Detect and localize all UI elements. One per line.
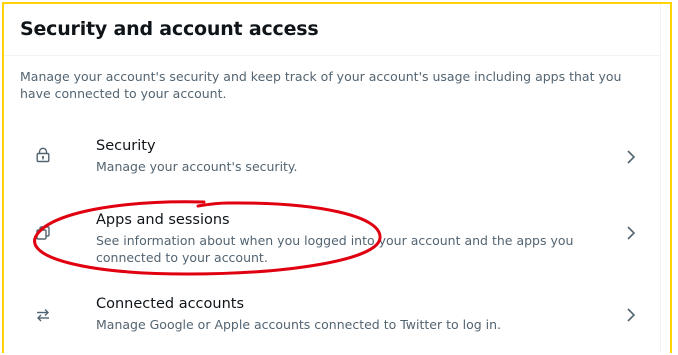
- menu-item-connected-accounts[interactable]: Connected accounts Manage Google or Appl…: [4, 288, 661, 350]
- chevron-right-icon: [624, 148, 638, 166]
- chevron-right-icon: [624, 224, 638, 242]
- menu-item-description: See information about when you logged in…: [96, 233, 574, 265]
- menu-item-description: Manage your account's security.: [96, 159, 298, 174]
- apps-icon: [34, 224, 52, 242]
- menu-item-label: Security: [96, 138, 156, 154]
- page-header: Security and account access: [4, 4, 661, 56]
- settings-panel: Security and account access Manage your …: [4, 4, 661, 353]
- menu-item-apps-and-sessions[interactable]: Apps and sessions See information about …: [4, 202, 661, 272]
- page-title: Security and account access: [20, 18, 319, 40]
- menu-item-label: Apps and sessions: [96, 212, 230, 228]
- swap-arrows-icon: [34, 306, 52, 324]
- menu-item-label: Connected accounts: [96, 296, 245, 312]
- menu-item-description: Manage Google or Apple accounts connecte…: [96, 317, 502, 332]
- chevron-right-icon: [624, 306, 638, 324]
- page-description: Manage your account's security and keep …: [20, 69, 622, 101]
- screenshot-frame: Security and account access Manage your …: [2, 2, 672, 353]
- lock-icon: [34, 146, 52, 164]
- menu-item-security[interactable]: Security Manage your account's security.: [4, 130, 661, 192]
